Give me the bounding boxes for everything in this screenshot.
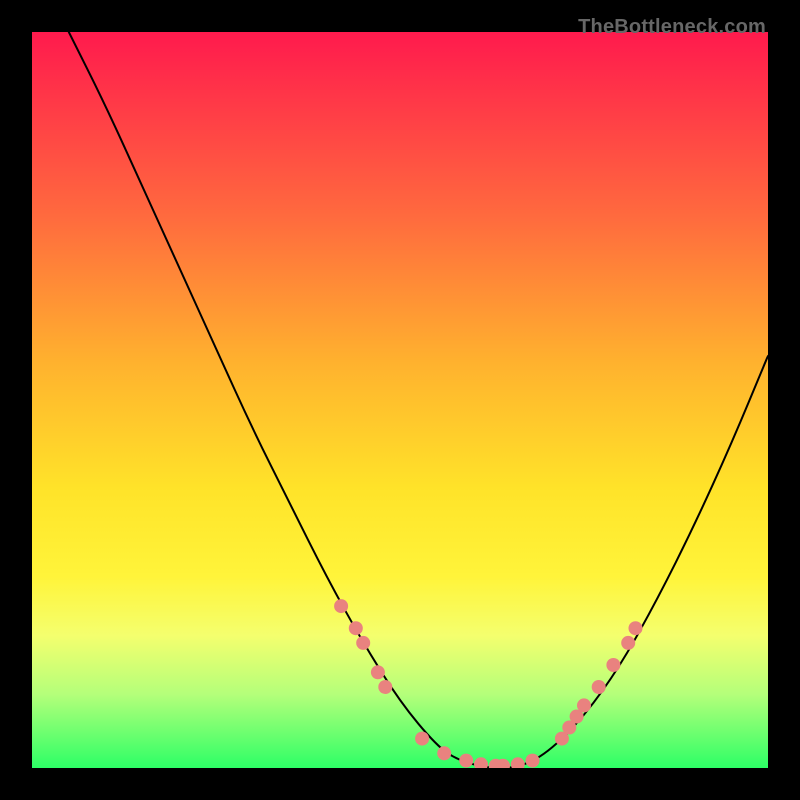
data-marker [356, 636, 370, 650]
data-marker [349, 621, 363, 635]
data-marker [606, 658, 620, 672]
data-marker [621, 636, 635, 650]
data-marker [592, 680, 606, 694]
chart-plot-area [32, 32, 768, 768]
data-marker [437, 746, 451, 760]
data-marker [459, 754, 473, 768]
chart-svg [32, 32, 768, 768]
chart-frame: TheBottleneck.com [16, 16, 784, 784]
data-marker [334, 599, 348, 613]
data-marker [371, 665, 385, 679]
bottleneck-curve [69, 32, 768, 768]
data-marker [474, 757, 488, 768]
watermark-label: TheBottleneck.com [578, 16, 766, 39]
data-marker [415, 732, 429, 746]
data-marker [511, 757, 525, 768]
data-marker [526, 754, 540, 768]
data-marker [577, 698, 591, 712]
data-marker [378, 680, 392, 694]
marker-group [334, 599, 642, 768]
data-marker [629, 621, 643, 635]
